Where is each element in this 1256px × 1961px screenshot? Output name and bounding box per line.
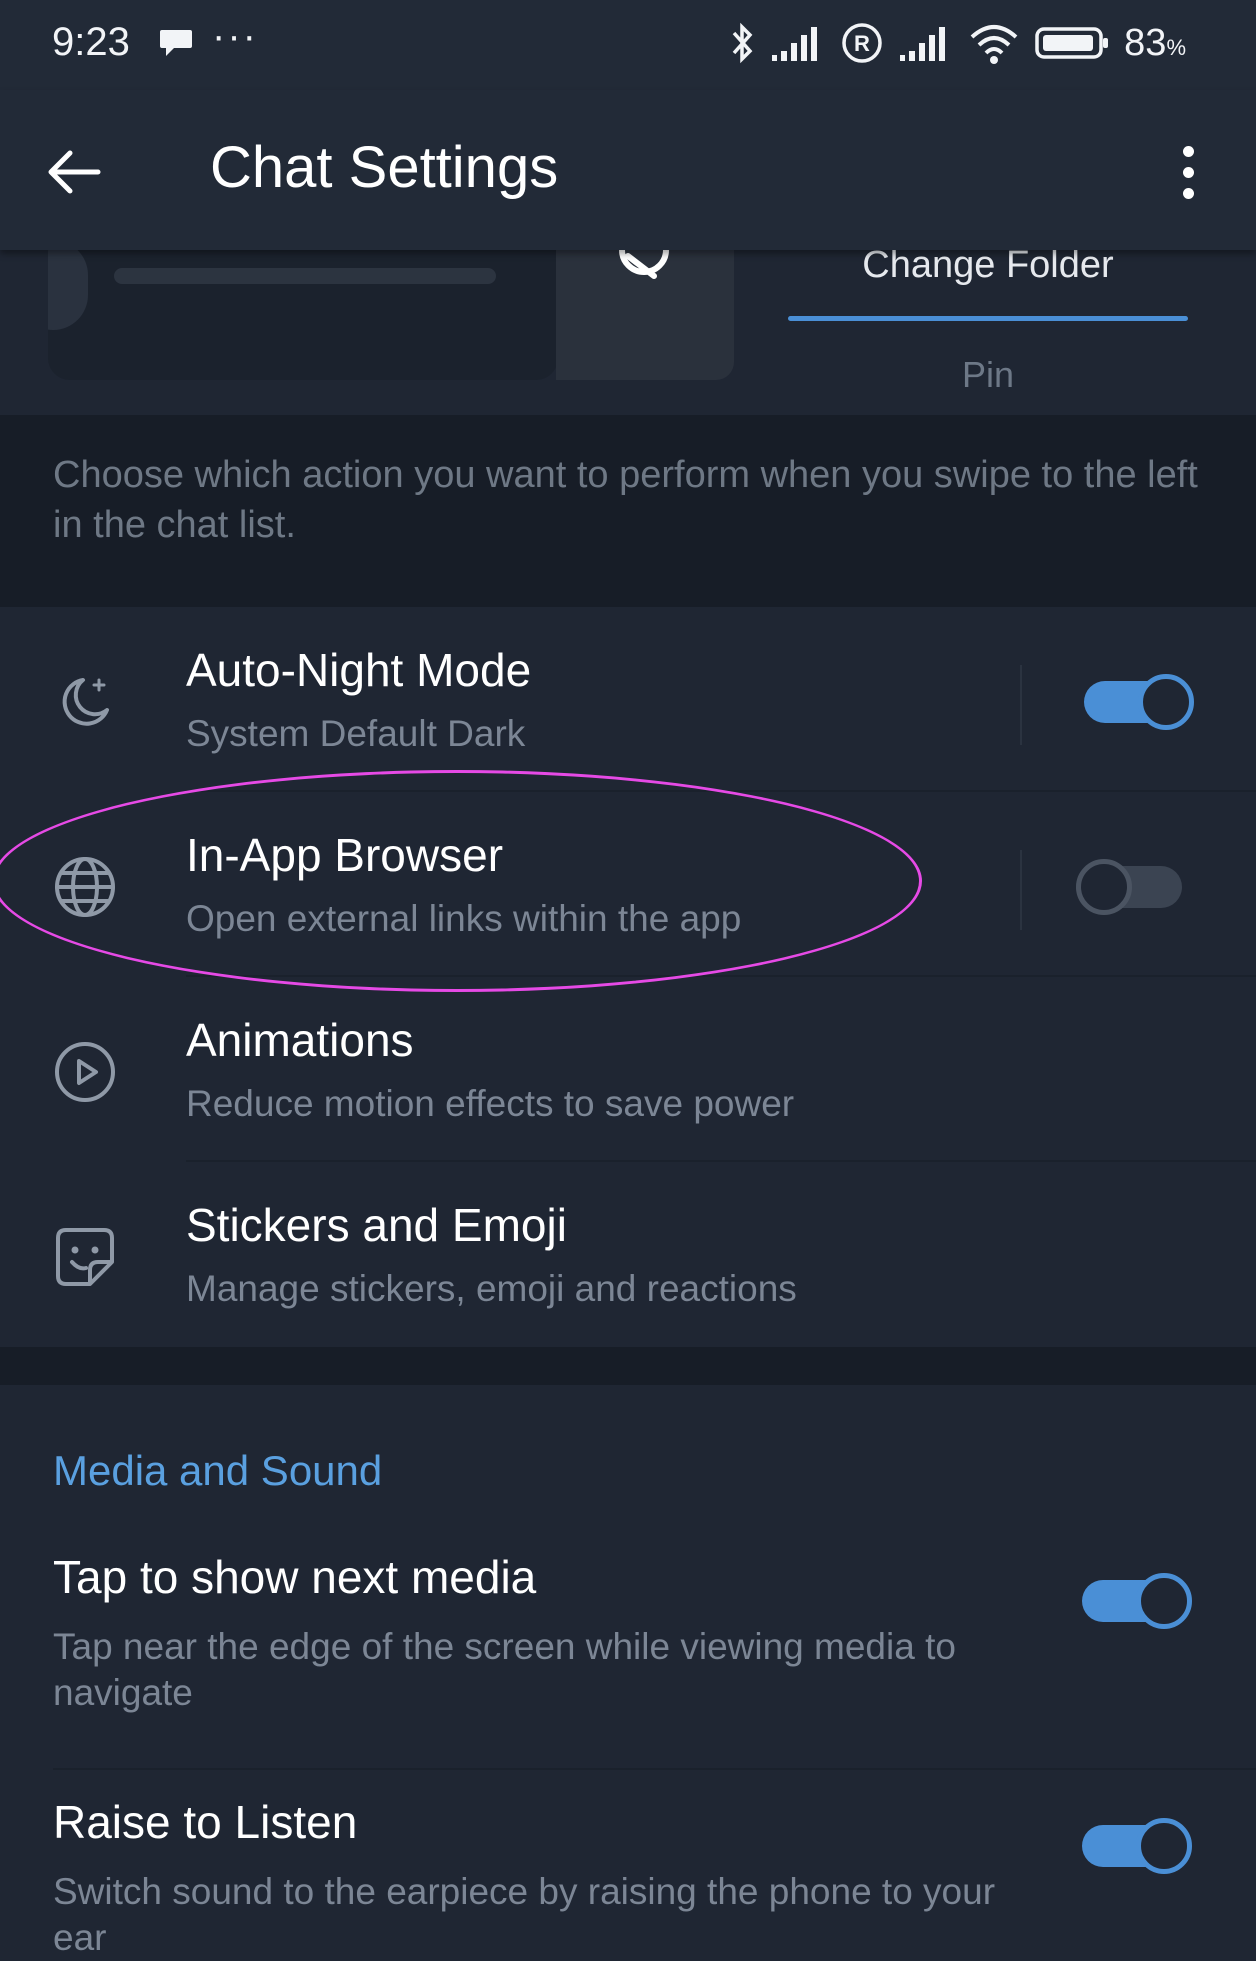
preview-avatar [48,250,88,330]
swipe-option-change-folder[interactable]: Change Folder [788,250,1188,287]
bluetooth-icon [732,22,753,64]
setting-auto-night-mode[interactable]: Auto-Night Mode System Default Dark [0,607,1256,792]
moon-icon [50,667,120,737]
setting-in-app-browser[interactable]: In-App Browser Open external links withi… [0,792,1256,977]
setting-title: Auto-Night Mode [186,644,532,696]
swipe-action-options: Change Folder Pin [788,250,1188,415]
status-time: 9:23 [52,20,130,64]
play-circle-icon [50,1037,120,1107]
folder-action-icon [619,250,669,279]
signal-icon-2 [900,27,946,61]
setting-title: Tap to show next media [53,1551,537,1603]
more-notifications-icon: ··· [212,14,258,58]
back-button[interactable] [40,138,108,206]
row-divider [1020,850,1022,930]
battery-percent: 83% [1124,22,1186,65]
row-separator [53,1768,1256,1770]
swipe-preview-action [556,250,734,380]
setting-subtitle: Switch sound to the earpiece by raising … [53,1871,996,1958]
globe-icon [50,852,120,922]
status-icons: R 83% [728,18,1186,68]
setting-raise-to-listen[interactable]: Raise to Listen Switch sound to the earp… [0,1785,1256,1958]
app-bar: Chat Settings [0,90,1256,250]
toggle-knob [1138,674,1194,730]
tap-next-media-toggle[interactable] [1082,1570,1192,1632]
toggle-knob [1076,859,1132,915]
toggle-knob [1136,1573,1192,1629]
battery-icon [1035,27,1109,59]
swipe-info-text: Choose which action you want to perform … [53,454,1198,546]
setting-subtitle: Reduce motion effects to save power [186,1083,795,1124]
setting-title: Raise to Listen [53,1796,358,1848]
setting-subtitle: Manage stickers, emoji and reactions [186,1268,797,1309]
setting-title: Stickers and Emoji [186,1199,567,1251]
section-divider [0,1347,1256,1385]
battery-unit: % [1166,34,1186,60]
setting-subtitle: System Default Dark [186,713,526,754]
roaming-icon: R [842,23,882,63]
more-dot [1182,145,1194,157]
in-app-browser-toggle[interactable] [1076,856,1182,918]
page-title: Chat Settings [210,135,559,200]
status-bar: 9:23 ··· R 83% [0,0,1256,90]
auto-night-mode-toggle[interactable] [1084,671,1194,733]
signal-icon [772,27,818,61]
more-dot [1182,187,1194,199]
setting-animations[interactable]: Animations Reduce motion effects to save… [0,977,1256,1162]
svg-text:R: R [854,31,870,56]
setting-tap-next-media[interactable]: Tap to show next media Tap near the edge… [0,1540,1256,1770]
media-sound-section: Media and Sound Tap to show next media T… [0,1385,1256,1958]
more-dot [1182,166,1194,178]
wifi-icon [970,25,1018,64]
setting-title: In-App Browser [186,829,504,881]
swipe-preview-chat-card [48,250,558,380]
settings-list: Auto-Night Mode System Default Dark In-A… [0,607,1256,1347]
preview-text-placeholder [114,268,496,284]
swipe-info-block: Choose which action you want to perform … [0,415,1256,607]
sticker-icon [50,1222,120,1292]
arrow-left-icon [48,150,101,194]
swipe-preview-section: Change Folder Pin [0,250,1256,415]
raise-to-listen-toggle[interactable] [1082,1815,1192,1877]
more-options-button[interactable] [1160,132,1216,212]
toggle-knob [1136,1818,1192,1874]
selected-option-indicator [788,316,1188,321]
section-header: Media and Sound [53,1447,383,1494]
battery-value: 83 [1124,21,1167,64]
setting-subtitle: Open external links within the app [186,898,742,939]
setting-title: Animations [186,1014,414,1066]
chat-notification-icon [158,28,194,63]
row-divider [1020,665,1022,745]
swipe-option-pin[interactable]: Pin [788,354,1188,396]
setting-subtitle: Tap near the edge of the screen while vi… [53,1626,956,1713]
setting-stickers-and-emoji[interactable]: Stickers and Emoji Manage stickers, emoj… [0,1162,1256,1347]
